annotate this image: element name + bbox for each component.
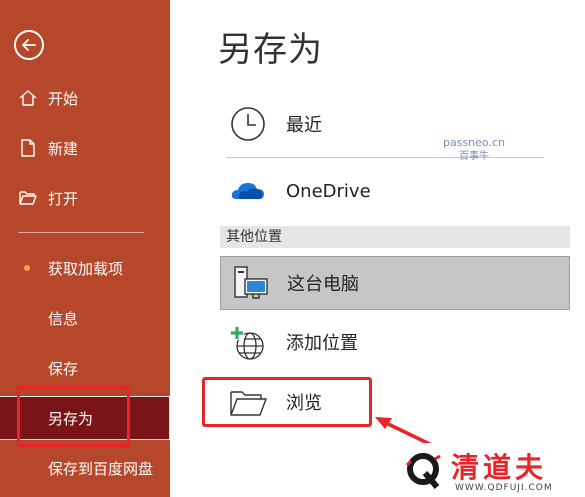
sidebar-item-label: 开始 bbox=[48, 89, 79, 108]
sidebar-item-save-to-baidu[interactable]: 保存到百度网盘 bbox=[0, 448, 170, 488]
sidebar-item-label: 获取加载项 bbox=[48, 259, 124, 278]
location-onedrive[interactable]: OneDrive bbox=[220, 165, 550, 217]
sidebar-item-label: 保存 bbox=[48, 359, 79, 378]
sidebar-item-save[interactable]: 保存 bbox=[0, 348, 170, 388]
sidebar-divider bbox=[18, 232, 144, 233]
brand-logo-icon bbox=[405, 453, 441, 489]
location-label: 最近 bbox=[286, 115, 322, 136]
location-label: 这台电脑 bbox=[287, 274, 359, 295]
other-locations-header: 其他位置 bbox=[220, 226, 570, 248]
page-title: 另存为 bbox=[218, 30, 323, 70]
back-arrow-icon bbox=[22, 39, 36, 51]
watermark-line2: 百事牛 bbox=[458, 151, 489, 162]
brand-watermark: 清道夫 WWW.QDFUJI.COM bbox=[385, 443, 585, 497]
sidebar-item-open[interactable]: 打开 bbox=[0, 178, 170, 218]
highlight-browse bbox=[202, 377, 372, 427]
back-button[interactable] bbox=[14, 30, 44, 60]
computer-icon bbox=[229, 263, 269, 303]
location-label: OneDrive bbox=[286, 180, 371, 202]
sidebar-item-get-addins[interactable]: 获取加载项 bbox=[0, 248, 170, 288]
watermark: passneo.cn 百事牛 bbox=[443, 136, 505, 164]
open-folder-icon bbox=[18, 188, 38, 208]
sidebar-item-label: 新建 bbox=[48, 139, 79, 158]
highlight-save-as bbox=[17, 386, 130, 447]
location-add-place[interactable]: 添加位置 bbox=[220, 316, 550, 368]
sidebar-item-label: 保存到百度网盘 bbox=[48, 459, 154, 478]
watermark-line1: passneo.cn bbox=[443, 136, 505, 149]
brand-url: WWW.QDFUJI.COM bbox=[455, 483, 553, 493]
location-this-pc[interactable]: 这台电脑 bbox=[220, 256, 570, 310]
sidebar-item-new[interactable]: 新建 bbox=[0, 128, 170, 168]
cloud-icon bbox=[228, 171, 268, 211]
new-document-icon bbox=[18, 138, 38, 158]
sidebar-item-info[interactable]: 信息 bbox=[0, 298, 170, 338]
sidebar-item-label: 打开 bbox=[48, 189, 79, 208]
sidebar-item-label: 信息 bbox=[48, 309, 79, 328]
location-label: 添加位置 bbox=[286, 333, 358, 354]
clock-icon bbox=[228, 104, 268, 144]
sidebar-item-home[interactable]: 开始 bbox=[0, 78, 170, 118]
notification-dot bbox=[24, 265, 30, 271]
home-icon bbox=[18, 88, 38, 108]
add-globe-icon bbox=[228, 322, 268, 362]
brand-name: 清道夫 bbox=[451, 451, 548, 484]
